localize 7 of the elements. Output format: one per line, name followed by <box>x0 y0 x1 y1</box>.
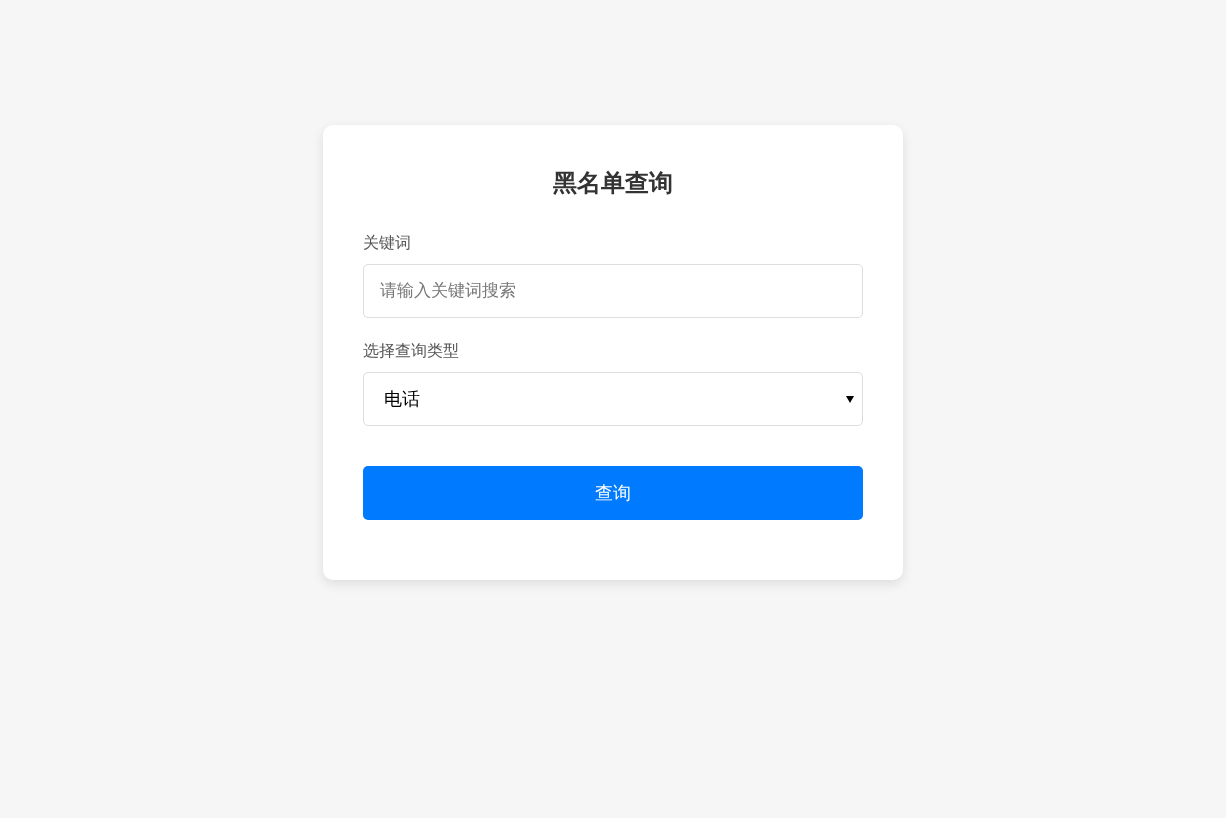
field-label: 关键词 <box>363 233 411 253</box>
keyword-input-field[interactable]: 请输入关键词搜索 <box>363 264 863 318</box>
query-button[interactable]: 查询 <box>363 466 863 520</box>
card-title: 黑名单查询 <box>553 168 673 198</box>
caret-down-icon <box>846 395 854 403</box>
field-label: 选择查询类型 <box>363 341 459 361</box>
query-type-select[interactable]: 电话 <box>363 372 863 426</box>
